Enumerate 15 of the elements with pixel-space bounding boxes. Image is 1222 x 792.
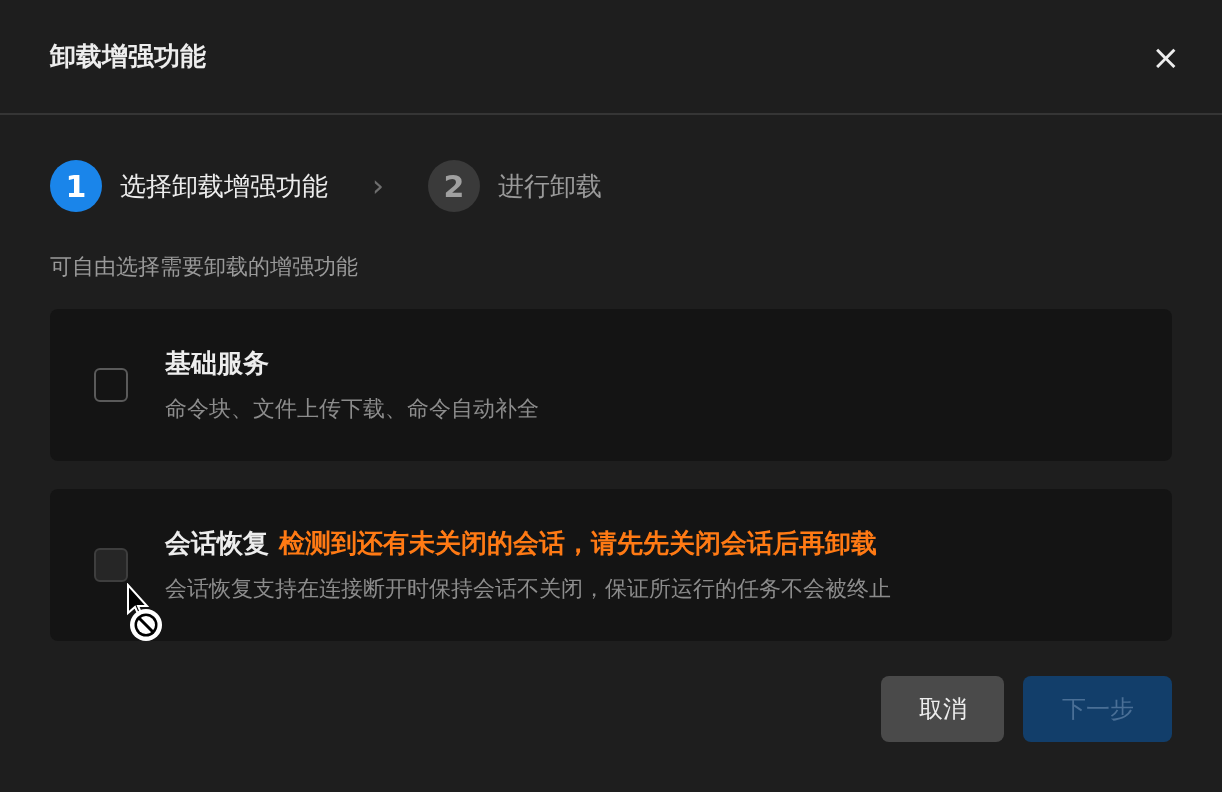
dialog-title: 卸载增强功能: [50, 40, 206, 73]
step-label: 选择卸载增强功能: [120, 169, 328, 203]
option-title: 会话恢复: [165, 530, 269, 556]
checkbox[interactable]: [94, 368, 128, 402]
step-label: 进行卸载: [498, 169, 602, 203]
option-description: 会话恢复支持在连接断开时保持会话不关闭，保证所运行的任务不会被终止: [165, 578, 891, 600]
option-title: 基础服务: [165, 350, 269, 376]
cancel-button[interactable]: 取消: [881, 676, 1004, 742]
option-description: 命令块、文件上传下载、命令自动补全: [165, 398, 539, 420]
step-separator: ›: [372, 171, 384, 201]
step-number: 2: [428, 160, 480, 212]
close-button[interactable]: ×: [1151, 39, 1180, 74]
warning-text: 检测到还有未关闭的会话，请先先关闭会话后再卸载: [279, 530, 877, 556]
subtitle: 可自由选择需要卸载的增强功能: [50, 253, 359, 281]
step-number: 1: [50, 160, 102, 212]
